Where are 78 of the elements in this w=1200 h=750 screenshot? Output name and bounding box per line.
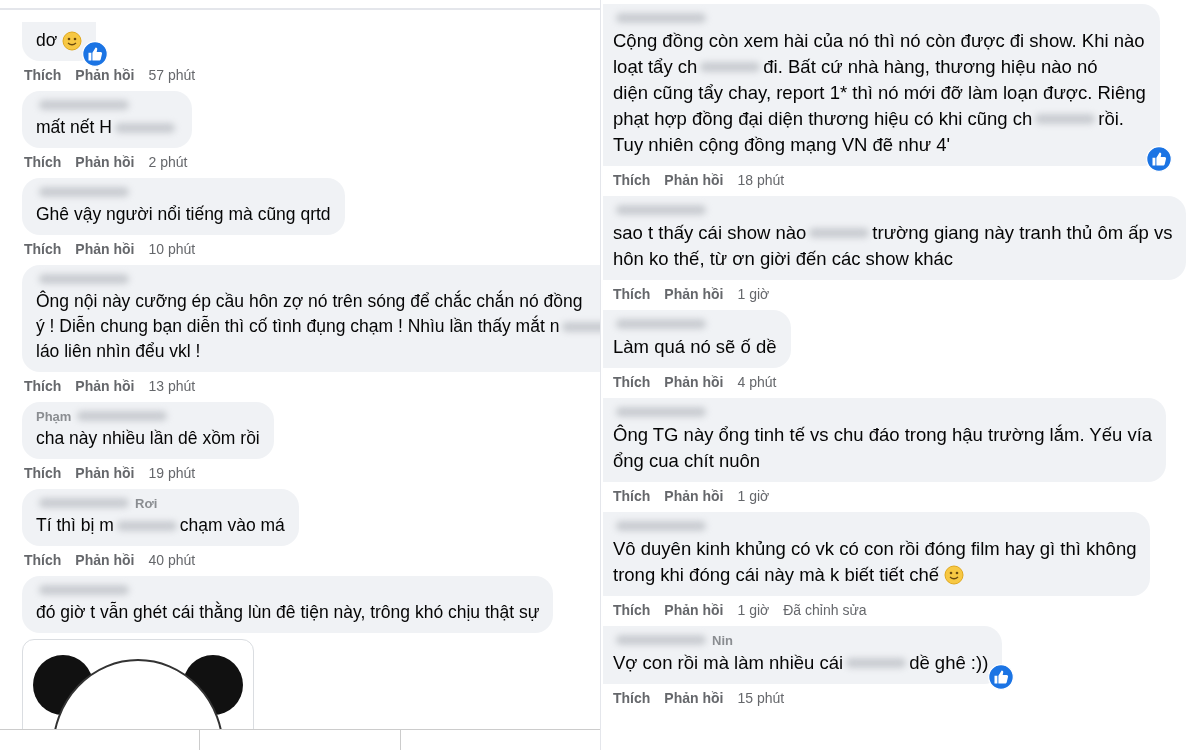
commenter-name[interactable]: Nin	[712, 632, 733, 648]
comment-time: 4 phút	[737, 374, 777, 390]
blurred-text	[809, 228, 870, 238]
comment-time: 1 giờ	[737, 488, 770, 504]
comment-text: cha này nhiều lần dê xồm rồi	[36, 427, 260, 450]
comment-text: Tí thì bị m	[36, 514, 114, 537]
comment-text: phạt hợp đồng đại diện thương hiệu có khi cũng ch	[613, 107, 1033, 131]
smiley-icon	[62, 30, 83, 51]
comment-text: Ghê vậy người nổi tiếng mà cũng qrtd	[36, 203, 331, 226]
like-reaction-icon[interactable]	[1145, 146, 1172, 172]
reply-link[interactable]: Phản hồi	[664, 286, 724, 302]
like-reaction-icon[interactable]	[988, 664, 1015, 690]
comment-text: Làm quá nó sẽ ố dề	[613, 335, 777, 359]
comment-text: sao t thấy cái show nào	[613, 221, 807, 245]
reply-link[interactable]: Phản hồi	[664, 488, 724, 504]
comment-time: 57 phút	[148, 67, 196, 83]
like-link[interactable]: Thích	[613, 172, 651, 188]
comment-time: 1 giờ	[737, 286, 770, 302]
reply-link[interactable]: Phản hồi	[664, 690, 724, 706]
edited-label: Đã chỉnh sửa	[783, 602, 867, 618]
reply-link[interactable]: Phản hồi	[664, 374, 724, 390]
like-reaction-icon[interactable]	[82, 41, 109, 67]
blurred-text	[116, 520, 177, 531]
reply-link[interactable]: Phản hồi	[75, 241, 135, 257]
comment-time: 18 phút	[737, 172, 785, 188]
reply-link[interactable]: Phản hồi	[75, 552, 135, 568]
comment-time: 2 phút	[148, 154, 188, 170]
reply-link[interactable]: Phản hồi	[75, 465, 135, 481]
blurred-text	[1035, 114, 1096, 124]
comment-text: đi. Bất cứ nhà hàng, thương hiệu nào nó	[763, 55, 1098, 79]
comment-text: ý ! Diễn chung bạn diễn thì cố tình đụng chạm ! Nhìu lần thấy mắt n	[36, 314, 560, 338]
comment-text: dơ	[36, 29, 59, 52]
reply-link[interactable]: Phản hồi	[75, 67, 135, 83]
blurred-text	[846, 658, 907, 668]
comment-text: Cộng đồng còn xem hài của nó thì nó còn được đi show. Khi nào	[613, 29, 1145, 53]
like-link[interactable]: Thích	[24, 552, 62, 568]
like-link[interactable]: Thích	[24, 465, 62, 481]
like-link[interactable]: Thích	[613, 374, 651, 390]
like-link[interactable]: Thích	[24, 378, 62, 394]
comment-time: 40 phút	[148, 552, 196, 568]
comment-text: trường giang này tranh thủ ôm ấp vs	[872, 221, 1173, 245]
comment-text: Vợ con rồi mà làm nhiều cái	[613, 651, 844, 675]
comment-text: Ông nội này cưỡng ép cầu hôn zợ nó trên sóng để chắc chắn nó đồng	[36, 289, 583, 313]
comment-text: mất nết H	[36, 116, 112, 139]
comment-text: ổng cua chít nuôn	[613, 449, 761, 473]
comment-text: Vô duyên kinh khủng có vk có con rồi đóng film hay gì thì không	[613, 537, 1137, 561]
comment-text: Tuy nhiên cộng đồng mạng VN đẽ như 4'	[613, 133, 951, 157]
comment-text: hôn ko thế, từ ơn giời đến các show khác	[613, 247, 954, 271]
reply-link[interactable]: Phản hồi	[75, 378, 135, 394]
like-link[interactable]: Thích	[613, 602, 651, 618]
like-link[interactable]: Thích	[613, 286, 651, 302]
commenter-name[interactable]: Rơi	[135, 495, 158, 511]
comment-text: Ông TG này ổng tinh tế vs chu đáo trong hậu trường lắm. Yếu vía	[613, 423, 1153, 447]
comment-text: rồi.	[1098, 107, 1124, 131]
comment-text: trong khi đóng cái này mà k biết tiết chế	[613, 563, 940, 587]
comment-text: diện cũng tẩy chay, report 1* thì nó mới đỡ làm loạn được. Riêng	[613, 81, 1146, 105]
comment-time: 15 phút	[737, 690, 785, 706]
comment-time: 1 giờ	[737, 602, 770, 618]
comment-time: 19 phút	[148, 465, 196, 481]
like-link[interactable]: Thích	[24, 154, 62, 170]
comment-text: loạt tẩy ch	[613, 55, 698, 79]
comment-text: đó giờ t vẫn ghét cái thằng lùn đê tiện này, trông khó chịu thật sự	[36, 600, 540, 624]
comment-time: 10 phút	[148, 241, 196, 257]
comment-text: chạm vào má	[179, 514, 285, 537]
smiley-icon	[944, 565, 965, 585]
like-link[interactable]: Thích	[613, 488, 651, 504]
comment-text: láo liên nhìn đểu vkl !	[36, 340, 201, 363]
comment-time: 13 phút	[148, 378, 196, 394]
commenter-name[interactable]: Phạm	[36, 408, 72, 424]
like-link[interactable]: Thích	[613, 690, 651, 706]
reply-link[interactable]: Phản hồi	[664, 172, 724, 188]
like-link[interactable]: Thích	[24, 67, 62, 83]
reply-link[interactable]: Phản hồi	[664, 602, 724, 618]
reply-link[interactable]: Phản hồi	[75, 154, 135, 170]
like-link[interactable]: Thích	[24, 241, 62, 257]
blurred-text	[700, 62, 761, 72]
blurred-text	[114, 122, 175, 133]
comment-text: dề ghê :))	[909, 651, 989, 675]
